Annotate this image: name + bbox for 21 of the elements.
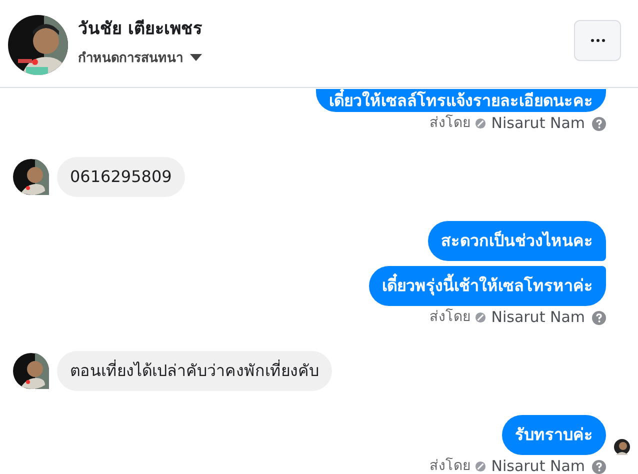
more-icon bbox=[590, 39, 604, 42]
sender-link[interactable]: Nisarut Nam bbox=[491, 308, 585, 327]
sender-link[interactable]: Nisarut Nam bbox=[491, 114, 585, 133]
sender-link[interactable]: Nisarut Nam bbox=[491, 457, 585, 474]
sent-by-label: ส่งโดย bbox=[429, 457, 470, 474]
sent-message: เดี๋ยวให้เซลล์โทรแจ้งรายละเอียดนะคะ bbox=[316, 89, 606, 112]
help-icon bbox=[592, 116, 606, 130]
conversation-settings-dropdown[interactable]: กำหนดการสนทนา bbox=[78, 47, 202, 68]
help-icon bbox=[592, 310, 606, 324]
caret-icon bbox=[190, 54, 202, 61]
received-message: 0616295809 bbox=[57, 157, 185, 197]
received-message: ตอนเที่ยงได้เปล่าคับว่าคงพักเที่ยงคับ bbox=[57, 351, 332, 391]
contact-name: วันชัย เตียะเพชร bbox=[78, 18, 202, 41]
sent-message: สะดวกเป็นช่วงไหนคะ bbox=[428, 221, 606, 261]
blocked-icon bbox=[475, 312, 486, 323]
blocked-icon bbox=[475, 118, 486, 129]
sent-by-label: ส่งโดย bbox=[429, 114, 470, 133]
sent-message: เดี๋ยวพรุ่งนี้เช้าให้เซลโทรหาค่ะ bbox=[369, 266, 606, 306]
sent-message: รับทราบค่ะ bbox=[502, 415, 606, 455]
more-options-button[interactable] bbox=[574, 20, 621, 61]
sent-by-label: ส่งโดย bbox=[429, 308, 470, 327]
